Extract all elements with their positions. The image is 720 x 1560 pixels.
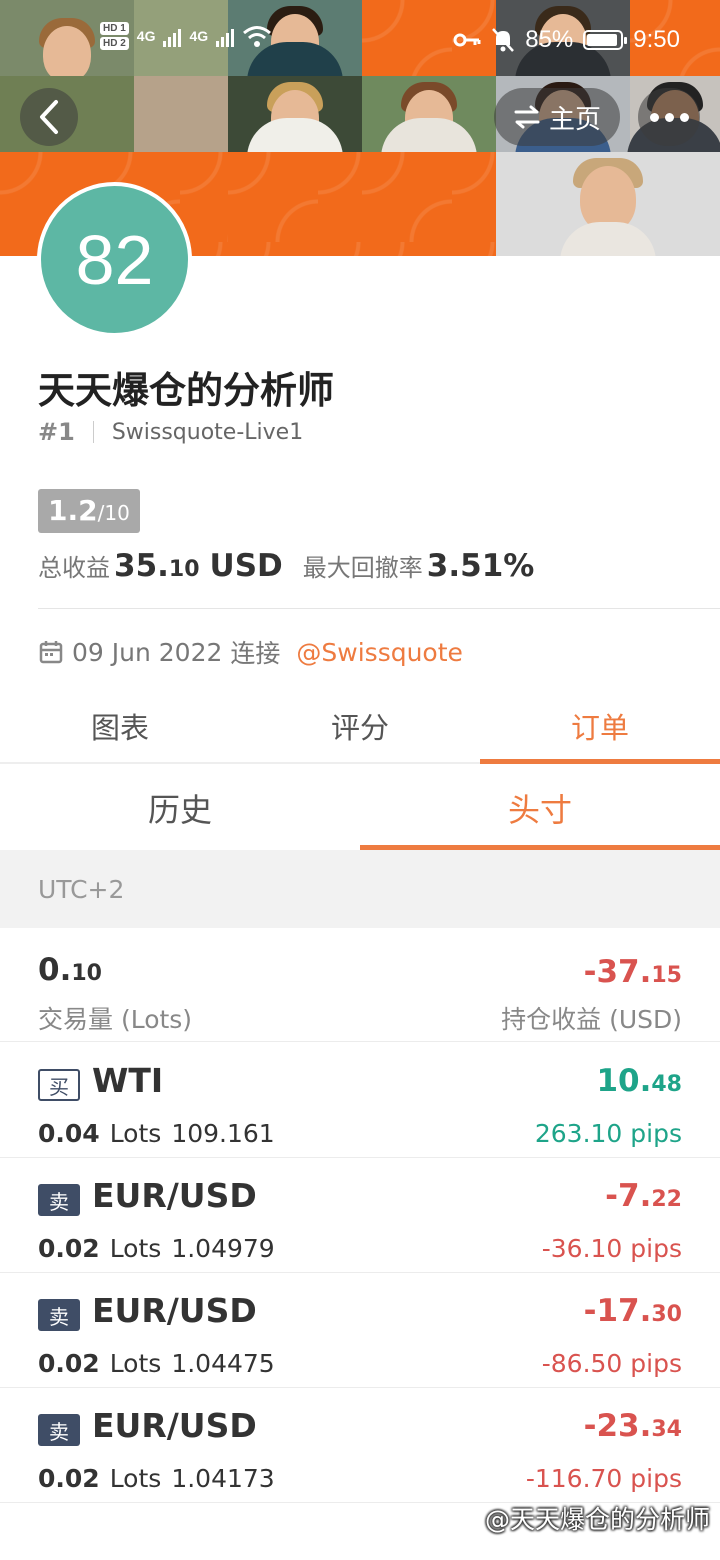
account-name: Swissquote-Live1 — [111, 419, 304, 445]
timezone-label: UTC+2 — [38, 874, 125, 904]
open-pnl-value: -37.15 — [583, 954, 682, 990]
side-badge-sell: 卖 — [38, 1414, 80, 1446]
rating-value: 1.2 — [48, 494, 98, 527]
position-row[interactable]: 卖 EUR/USD 0.02 Lots 1.04979 -7.22 -36.10 p… — [0, 1158, 720, 1273]
position-symbol: EUR/USD — [92, 1406, 257, 1445]
positions-summary: 0.10 交易量 (Lots) -37.15 持仓收益 (USD) — [0, 928, 720, 1042]
connect-row: 09 Jun 2022 连接 @Swissquote — [38, 634, 463, 670]
home-label: 主页 — [548, 104, 601, 135]
switch-icon — [514, 105, 540, 129]
more-dot-icon — [649, 112, 659, 122]
max-drawdown-label: 最大回撤率 — [302, 554, 423, 582]
position-lots: 0.02 Lots 1.04979 — [38, 1234, 275, 1263]
tab-orders[interactable]: 订单 — [480, 690, 720, 764]
hd-indicator: HD 1 HD 2 — [100, 22, 129, 50]
watermark: @天天爆仓的分析师 — [459, 1500, 710, 1536]
battery-icon — [583, 30, 628, 50]
signal-icon — [216, 25, 235, 47]
trader-photo — [362, 76, 496, 158]
position-pips: 263.10 pips — [534, 1119, 682, 1148]
more-dot-icon — [679, 112, 689, 122]
position-lots: 0.02 Lots 1.04475 — [38, 1349, 275, 1378]
rating-badge: 1.2 /10 — [38, 489, 140, 533]
connect-date: 09 Jun 2022 — [72, 637, 223, 667]
status-bar: HD 1 HD 2 4G 4G 85% 9:50 — [0, 0, 720, 84]
trader-photo — [496, 152, 720, 256]
chevron-left-icon — [40, 100, 58, 134]
position-lots: 0.02 Lots 1.04173 — [38, 1464, 275, 1493]
network-type: 4G — [136, 28, 156, 44]
position-profit: -17.30 — [583, 1293, 682, 1329]
position-symbol: WTI — [92, 1061, 164, 1100]
battery-percent: 85% — [525, 26, 574, 53]
back-button[interactable] — [20, 88, 78, 146]
trader-score-badge: 82 — [37, 182, 192, 337]
home-button[interactable]: 主页 — [494, 88, 620, 146]
position-row[interactable]: 卖 EUR/USD 0.02 Lots 1.04173 -23.34 -116.70… — [0, 1388, 720, 1503]
rating-scale: /10 — [97, 501, 130, 525]
more-options-button[interactable] — [638, 88, 700, 146]
position-lots: 0.04 Lots 109.161 — [38, 1119, 275, 1148]
clock: 9:50 — [633, 26, 680, 53]
trader-photo — [228, 76, 362, 158]
divider — [38, 608, 720, 609]
timezone-bar: UTC+2 — [0, 850, 720, 928]
total-profit-unit: USD — [209, 548, 283, 584]
stats-row: 总收益 35. 10 USD 最大回撤率 3.51% — [38, 548, 534, 584]
wifi-icon — [243, 26, 272, 47]
key-icon — [453, 33, 481, 47]
position-profit: -7.22 — [605, 1178, 682, 1214]
position-row[interactable]: 卖 EUR/USD 0.02 Lots 1.04475 -17.30 -86.50 … — [0, 1273, 720, 1388]
side-badge-sell: 卖 — [38, 1299, 80, 1331]
tab-positions[interactable]: 头寸 — [360, 766, 720, 850]
trader-rank: #1 — [38, 418, 75, 446]
max-drawdown-value: 3.51% — [426, 548, 535, 584]
position-profit: -23.34 — [583, 1408, 682, 1444]
calendar-icon — [39, 641, 63, 664]
tab-rating[interactable]: 评分 — [240, 690, 480, 762]
more-dot-icon — [664, 112, 674, 122]
position-profit: 10.48 — [596, 1063, 682, 1099]
position-symbol: EUR/USD — [92, 1176, 257, 1215]
tab-chart[interactable]: 图表 — [0, 690, 240, 762]
trader-name: 天天爆仓的分析师 — [38, 369, 334, 412]
trader-score: 82 — [75, 220, 154, 299]
total-profit-label: 总收益 — [38, 554, 110, 582]
broker-link[interactable]: @Swissquote — [296, 638, 463, 667]
position-pips: -36.10 pips — [541, 1234, 682, 1263]
position-symbol: EUR/USD — [92, 1291, 257, 1330]
rank-row: #1 Swissquote-Live1 — [38, 418, 303, 446]
position-row[interactable]: 买 WTI 0.04 Lots 109.161 10.48 263.10 pips — [0, 1043, 720, 1158]
order-subtabs: 历史 头寸 — [0, 766, 720, 850]
side-badge-buy: 买 — [38, 1069, 80, 1101]
open-pnl-label: 持仓收益 (USD) — [501, 1005, 682, 1034]
mute-bell-icon — [492, 28, 515, 52]
watermark-logo-icon — [459, 1507, 481, 1529]
signal-icon — [163, 25, 182, 47]
position-pips: -116.70 pips — [525, 1464, 682, 1493]
total-profit-decimal: 10 — [168, 557, 200, 582]
volume-label: 交易量 (Lots) — [38, 1005, 193, 1034]
side-badge-sell: 卖 — [38, 1184, 80, 1216]
connect-label: 连接 — [230, 639, 281, 668]
total-profit-value: 35. — [114, 548, 169, 584]
network-type: 4G — [189, 28, 209, 44]
volume-value: 0.10 — [38, 952, 102, 988]
divider — [92, 421, 94, 443]
tab-history[interactable]: 历史 — [0, 766, 360, 850]
position-pips: -86.50 pips — [541, 1349, 682, 1378]
main-tabs: 图表 评分 订单 — [0, 690, 720, 764]
